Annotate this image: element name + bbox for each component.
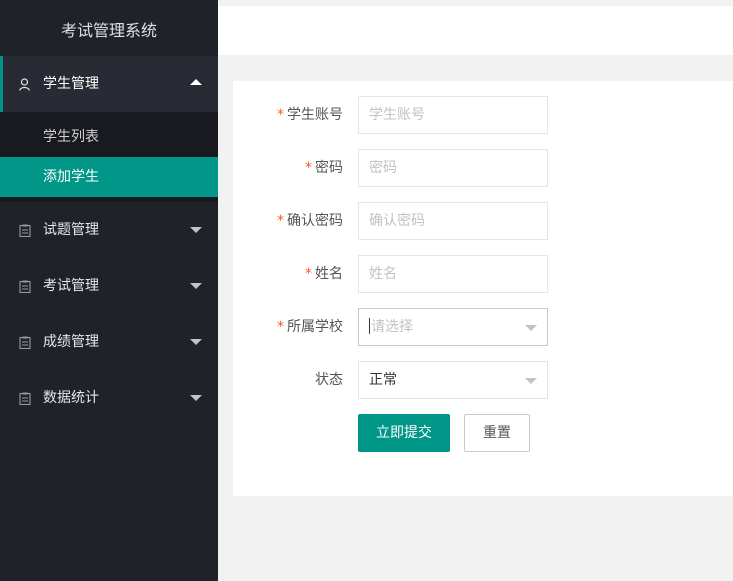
sidebar-item-score-management[interactable]: 成绩管理 xyxy=(0,314,218,370)
student-account-input[interactable]: 学生账号 xyxy=(358,96,548,134)
sidebar-item-label: 试题管理 xyxy=(43,222,99,238)
chevron-down-icon xyxy=(525,378,537,384)
sidebar-item-student-management[interactable]: 学生管理 xyxy=(0,56,218,112)
required-mark: * xyxy=(277,107,284,123)
chevron-up-icon xyxy=(190,79,202,85)
required-mark: * xyxy=(305,266,312,282)
reset-button[interactable]: 重置 xyxy=(464,414,530,452)
sidebar-item-statistics[interactable]: 数据统计 xyxy=(0,370,218,426)
field-label: * 密码 xyxy=(305,160,343,176)
field-label: * 学生账号 xyxy=(277,107,343,123)
required-mark: * xyxy=(305,160,312,176)
student-submenu: 学生列表 添加学生 xyxy=(0,112,218,202)
form-row-status: 状态 正常 xyxy=(233,361,733,399)
chevron-down-icon xyxy=(190,227,202,233)
field-label: * 所属学校 xyxy=(277,319,343,335)
form-row-name: * 姓名 姓名 xyxy=(233,255,733,293)
required-mark: * xyxy=(277,319,284,335)
chevron-down-icon xyxy=(190,283,202,289)
text-cursor xyxy=(369,318,370,334)
form-row-school: * 所属学校 请选择 xyxy=(233,308,733,346)
chevron-down-icon xyxy=(190,395,202,401)
sidebar-item-student-list[interactable]: 学生列表 xyxy=(0,117,218,157)
clipboard-icon xyxy=(19,224,31,237)
required-mark: * xyxy=(277,213,284,229)
sidebar-item-label: 数据统计 xyxy=(43,390,99,406)
form-row-confirm-password: * 确认密码 确认密码 xyxy=(233,202,733,240)
clipboard-icon xyxy=(19,336,31,349)
chevron-down-icon xyxy=(190,339,202,345)
confirm-password-input[interactable]: 确认密码 xyxy=(358,202,548,240)
user-icon xyxy=(19,78,30,91)
name-input[interactable]: 姓名 xyxy=(358,255,548,293)
chevron-down-icon xyxy=(525,325,537,331)
field-label: 状态 xyxy=(315,372,343,388)
app-title: 考试管理系统 xyxy=(60,21,157,40)
status-value: 正常 xyxy=(369,372,397,388)
field-label: * 姓名 xyxy=(305,266,343,282)
password-input[interactable]: 密码 xyxy=(358,149,548,187)
top-header xyxy=(218,6,733,55)
sidebar-item-label: 考试管理 xyxy=(43,278,99,294)
sidebar-item-exam-management[interactable]: 考试管理 xyxy=(0,258,218,314)
sidebar-item-add-student[interactable]: 添加学生 xyxy=(0,157,218,197)
form-row-account: * 学生账号 学生账号 xyxy=(233,96,733,134)
sidebar-item-label: 学生管理 xyxy=(43,76,99,92)
school-select[interactable]: 请选择 xyxy=(358,308,548,346)
sidebar-item-question-management[interactable]: 试题管理 xyxy=(0,202,218,258)
clipboard-icon xyxy=(19,280,31,293)
clipboard-icon xyxy=(19,392,31,405)
add-student-form: * 学生账号 学生账号 * 密码 密码 * 确认密码 确认密码 * 姓名 姓名 * 所属学… xyxy=(233,81,733,496)
submit-button[interactable]: 立即提交 xyxy=(358,414,450,452)
status-select[interactable]: 正常 xyxy=(358,361,548,399)
sidebar-item-label: 成绩管理 xyxy=(43,334,99,350)
sidebar: 考试管理系统 学生管理 学生列表 添加学生 试题管理 考试管理 成绩管理 数据统… xyxy=(0,0,218,581)
field-label: * 确认密码 xyxy=(277,213,343,229)
form-row-password: * 密码 密码 xyxy=(233,149,733,187)
